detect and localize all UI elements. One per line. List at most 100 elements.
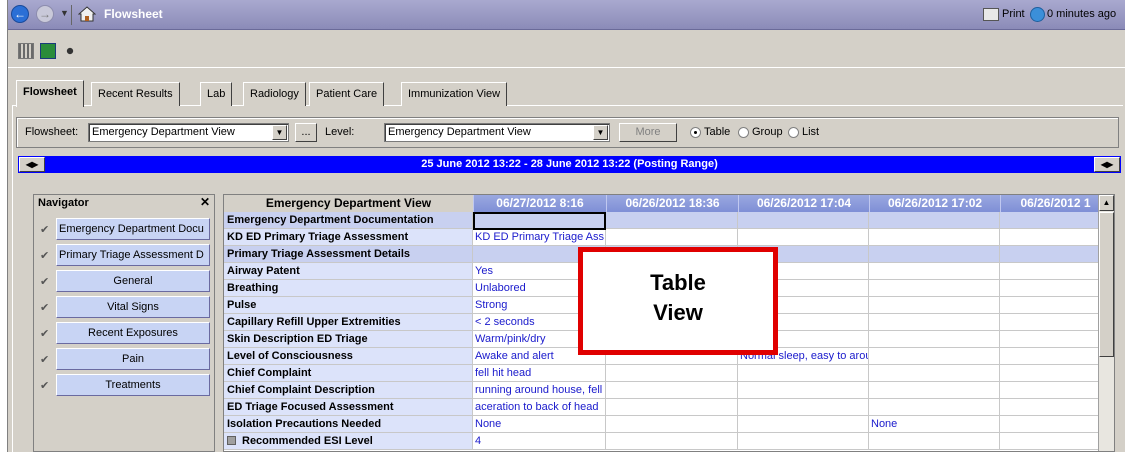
grid-cell[interactable]	[1000, 263, 1110, 279]
grid-cell[interactable]	[869, 263, 1000, 279]
grid-cell[interactable]	[738, 399, 869, 415]
checkmark-icon[interactable]: ✔	[40, 327, 52, 340]
checkmark-icon[interactable]: ✔	[40, 275, 52, 288]
grid-cell[interactable]	[1000, 331, 1110, 347]
refresh-icon[interactable]	[1030, 7, 1045, 22]
grid-cell[interactable]	[1000, 433, 1110, 449]
grid-cell[interactable]	[1000, 280, 1110, 296]
grid-cell[interactable]: KD ED Primary Triage Ass	[473, 229, 606, 245]
navigator-item-recent-exposures[interactable]: Recent Exposures	[56, 322, 210, 344]
grid-cell[interactable]: aceration to back of head	[473, 399, 606, 415]
image-view-icon[interactable]	[40, 43, 56, 59]
navigator-item-emergency-department[interactable]: Emergency Department Docu	[56, 218, 210, 240]
row-label[interactable]: ED Triage Focused Assessment	[224, 399, 473, 415]
grid-cell[interactable]: fell hit head	[473, 365, 606, 381]
chevron-down-icon[interactable]: ▼	[272, 125, 287, 140]
checkmark-icon[interactable]: ✔	[40, 379, 52, 392]
grid-cell[interactable]	[1000, 229, 1110, 245]
tab-immunization-view[interactable]: Immunization View	[401, 82, 508, 106]
row-label[interactable]: Emergency Department Documentation	[224, 212, 473, 228]
chevron-down-icon[interactable]: ▼	[593, 125, 608, 140]
history-dropdown-icon[interactable]: ▼	[60, 8, 69, 18]
navigator-item-treatments[interactable]: Treatments	[56, 374, 210, 396]
row-label[interactable]: Pulse	[224, 297, 473, 313]
checkmark-icon[interactable]: ✔	[40, 353, 52, 366]
tab-radiology[interactable]: Radiology	[243, 82, 306, 106]
list-radio[interactable]	[788, 127, 799, 138]
range-scroll-left-icon[interactable]: ◀▶	[19, 157, 45, 172]
grid-cell[interactable]	[606, 212, 738, 228]
row-label[interactable]: Airway Patent	[224, 263, 473, 279]
grid-date-header[interactable]: 06/26/2012 1	[1000, 195, 1110, 212]
grid-date-header[interactable]: 06/26/2012 17:02	[869, 195, 1000, 212]
grid-cell[interactable]	[738, 229, 869, 245]
grid-cell[interactable]	[1000, 416, 1110, 432]
grid-cell[interactable]	[869, 297, 1000, 313]
grid-cell[interactable]	[738, 416, 869, 432]
glasses-view-icon[interactable]	[62, 43, 78, 59]
flowsheet-chart-icon[interactable]	[18, 43, 34, 59]
grid-cell[interactable]	[1000, 297, 1110, 313]
grid-date-header[interactable]: 06/26/2012 18:36	[606, 195, 738, 212]
tab-lab[interactable]: Lab	[200, 82, 233, 106]
navigator-item-pain[interactable]: Pain	[56, 348, 210, 370]
back-arrow-icon[interactable]: ←	[11, 5, 29, 23]
range-scroll-right-icon[interactable]: ◀▶	[1094, 157, 1120, 172]
navigator-item-general[interactable]: General	[56, 270, 210, 292]
table-row[interactable]: ED Triage Focused Assessment aceration to…	[224, 399, 1110, 416]
grid-cell[interactable]	[869, 433, 1000, 449]
grid-cell[interactable]	[869, 399, 1000, 415]
grid-cell[interactable]	[869, 280, 1000, 296]
grid-cell[interactable]	[606, 433, 738, 449]
row-label[interactable]: Level of Consciousness	[224, 348, 473, 364]
grid-cell[interactable]	[1000, 382, 1110, 398]
grid-cell[interactable]	[1000, 246, 1110, 262]
table-row[interactable]: Chief Complaint fell hit head	[224, 365, 1110, 382]
grid-cell[interactable]	[738, 382, 869, 398]
checkmark-icon[interactable]: ✔	[40, 301, 52, 314]
grid-cell[interactable]	[1000, 399, 1110, 415]
vertical-scrollbar[interactable]: ▲	[1098, 195, 1114, 451]
row-label[interactable]: Breathing	[224, 280, 473, 296]
grid-cell[interactable]: 4	[473, 433, 606, 449]
navigator-item-primary-triage[interactable]: Primary Triage Assessment D	[56, 244, 210, 266]
row-label[interactable]: Isolation Precautions Needed	[224, 416, 473, 432]
row-label[interactable]: Chief Complaint	[224, 365, 473, 381]
grid-cell[interactable]	[869, 365, 1000, 381]
grid-date-header[interactable]: 06/26/2012 17:04	[738, 195, 869, 212]
list-radio-label[interactable]: List	[802, 126, 819, 138]
tab-flowsheet[interactable]: Flowsheet	[16, 80, 84, 107]
grid-cell[interactable]	[738, 433, 869, 449]
checkmark-icon[interactable]: ✔	[40, 223, 52, 236]
table-radio-label[interactable]: Table	[704, 126, 730, 138]
grid-cell[interactable]: running around house, fell	[473, 382, 606, 398]
scroll-up-icon[interactable]: ▲	[1099, 195, 1114, 211]
grid-cell[interactable]	[1000, 212, 1110, 228]
grid-cell[interactable]: None	[473, 416, 606, 432]
checkmark-icon[interactable]: ✔	[40, 249, 52, 262]
grid-cell[interactable]	[869, 212, 1000, 228]
printer-icon[interactable]	[983, 8, 999, 21]
grid-cell[interactable]	[738, 212, 869, 228]
grid-cell[interactable]	[869, 246, 1000, 262]
grid-cell[interactable]	[1000, 314, 1110, 330]
grid-section-row[interactable]: Emergency Department Documentation	[224, 212, 1110, 229]
row-label[interactable]: Skin Description ED Triage	[224, 331, 473, 347]
tab-patient-care[interactable]: Patient Care	[309, 82, 385, 106]
more-button[interactable]: More	[619, 123, 677, 142]
table-row[interactable]: Isolation Precautions Needed None None	[224, 416, 1110, 433]
grid-cell[interactable]	[1000, 348, 1110, 364]
grid-cell[interactable]	[606, 229, 738, 245]
table-row[interactable]: Chief Complaint Description running aroun…	[224, 382, 1110, 399]
grid-cell[interactable]: None	[869, 416, 1000, 432]
print-button[interactable]: Print	[1002, 8, 1025, 20]
grid-cell[interactable]	[738, 365, 869, 381]
row-label[interactable]: Primary Triage Assessment Details	[224, 246, 473, 262]
expand-box-icon[interactable]	[227, 436, 236, 445]
flowsheet-select[interactable]: Emergency Department View ▼	[88, 123, 289, 142]
grid-cell[interactable]	[869, 348, 1000, 364]
close-icon[interactable]: ✕	[198, 196, 212, 209]
row-label[interactable]: KD ED Primary Triage Assessment	[224, 229, 473, 245]
table-row[interactable]: Recommended ESI Level 4	[224, 433, 1110, 450]
group-radio[interactable]	[738, 127, 749, 138]
